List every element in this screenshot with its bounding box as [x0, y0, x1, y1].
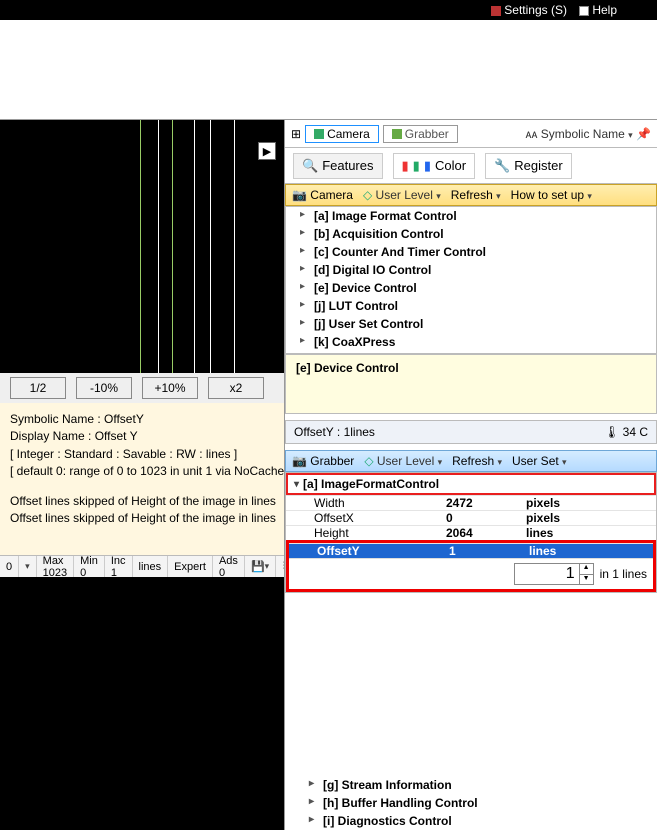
grabber-bottom-tree[interactable]: [g] Stream Information [h] Buffer Handli…	[285, 776, 657, 830]
info-type: [ Integer : Standard : Savable : RW : li…	[10, 446, 274, 463]
settings-icon	[491, 6, 501, 16]
grabber-feature-tree[interactable]: [a] ImageFormatControl Width2472pixels O…	[285, 472, 657, 593]
offset-status-label: OffsetY : 1lines	[294, 425, 375, 439]
offset-status: OffsetY : 1lines 🌡 34 C	[285, 420, 657, 444]
value-editor: 1 ▲▼ in 1 lines	[289, 558, 653, 589]
temperature: 🌡 34 C	[604, 425, 648, 439]
camera-icon	[314, 129, 324, 139]
color-icon: ▮	[402, 158, 409, 174]
info-range: [ default 0: range of 0 to 1023 in unit …	[10, 463, 274, 480]
expand-button[interactable]: ▶	[258, 142, 276, 160]
symbolic-name-dropdown[interactable]: ᴀᴀ Symbolic Name ▾ 📌	[526, 127, 651, 141]
tree-node[interactable]: [h] Buffer Handling Control	[285, 794, 657, 812]
section-title: [e] Device Control	[285, 354, 657, 414]
tree-node[interactable]: [a] Image Format Control	[286, 207, 656, 225]
ribbon	[0, 20, 657, 120]
info-symbolic-name: Symbolic Name : OffsetY	[10, 411, 274, 428]
camera-toolbar-userlevel[interactable]: ◇ User Level ▾	[363, 188, 441, 202]
grabber-tree-header[interactable]: [a] ImageFormatControl	[286, 473, 656, 495]
tab-features[interactable]: 🔍Features	[293, 153, 383, 179]
tree-node[interactable]: [k] CoaXPress	[286, 333, 656, 351]
features-icon: 🔍	[302, 158, 318, 174]
tree-node[interactable]: [j] User Set Control	[286, 315, 656, 333]
status-unit: lines	[133, 556, 169, 578]
window-list-icon[interactable]: ⊞	[291, 127, 301, 141]
tab-color[interactable]: ▮▮▮ Color	[393, 153, 476, 179]
camera-toolbar-refresh[interactable]: Refresh ▾	[451, 188, 501, 202]
spinner-down[interactable]: ▼	[580, 575, 593, 585]
grabber-icon	[392, 129, 402, 139]
tab-register[interactable]: 🔧Register	[485, 153, 572, 179]
table-row[interactable]: Width2472pixels	[286, 495, 656, 510]
tree-node[interactable]: [e] Device Control	[286, 279, 656, 297]
tree-node[interactable]: [b] Acquisition Control	[286, 225, 656, 243]
status-bar: 0 ▾ Max 1023 Min 0 Inc 1 lines Expert Ad…	[0, 555, 284, 577]
status-level: Expert	[168, 556, 213, 578]
tree-node[interactable]: [i] Diagnostics Control	[285, 812, 657, 830]
property-info: Symbolic Name : OffsetY Display Name : O…	[0, 403, 284, 555]
grabber-toolbar-userlevel[interactable]: ◇ User Level ▾	[364, 454, 442, 468]
camera-toolbar-camera[interactable]: 📷 Camera	[292, 188, 353, 202]
tree-node[interactable]: [d] Digital IO Control	[286, 261, 656, 279]
status-dropdown[interactable]: ▾	[19, 556, 37, 578]
grabber-toolbar-userset[interactable]: User Set ▾	[512, 454, 567, 468]
tree-node[interactable]: [g] Stream Information	[285, 776, 657, 794]
zoom-x2-button[interactable]: x2	[208, 377, 264, 399]
zoom-inc-button[interactable]: +10%	[142, 377, 198, 399]
help-icon	[579, 6, 589, 16]
register-icon: 🔧	[494, 158, 510, 174]
preview-bottom	[0, 577, 284, 830]
info-desc2: Offset lines skipped of Height of the im…	[10, 510, 274, 527]
device-tabs: ⊞ Camera Grabber ᴀᴀ Symbolic Name ▾ 📌	[285, 120, 657, 148]
status-inc: Inc 1	[105, 556, 133, 578]
tab-camera[interactable]: Camera	[305, 125, 379, 143]
grabber-toolbar-grabber[interactable]: 📷 Grabber	[292, 454, 354, 468]
tree-node[interactable]: [j] LUT Control	[286, 297, 656, 315]
help-menu[interactable]: Help	[579, 3, 617, 17]
image-preview[interactable]: ▶	[0, 120, 284, 373]
grabber-toolbar: 📷 Grabber ◇ User Level ▾ Refresh ▾ User …	[285, 450, 657, 472]
spinner-value[interactable]: 1	[515, 564, 579, 584]
pin-icon[interactable]: 📌	[636, 127, 651, 141]
view-tabs: 🔍Features ▮▮▮ Color 🔧Register	[285, 148, 657, 184]
info-desc: Offset lines skipped of Height of the im…	[10, 493, 274, 510]
menubar: Settings (S) Help	[0, 0, 657, 20]
camera-toolbar: 📷 Camera ◇ User Level ▾ Refresh ▾ How to…	[285, 184, 657, 206]
zoom-half-button[interactable]: 1/2	[10, 377, 66, 399]
status-value: 0	[0, 556, 19, 578]
tab-grabber[interactable]: Grabber	[383, 125, 458, 143]
status-min: Min 0	[74, 556, 105, 578]
spinner-up[interactable]: ▲	[580, 564, 593, 575]
camera-toolbar-howto[interactable]: How to set up ▾	[511, 188, 592, 202]
table-row[interactable]: Height2064lines	[286, 525, 656, 540]
tree-node[interactable]: [c] Counter And Timer Control	[286, 243, 656, 261]
grabber-toolbar-refresh[interactable]: Refresh ▾	[452, 454, 502, 468]
zoom-toolbar: 1/2 -10% +10% x2	[0, 373, 284, 403]
save-icon[interactable]: 💾▾	[245, 556, 276, 578]
selected-row-highlight: OffsetY1lines 1 ▲▼ in 1 lines	[286, 540, 656, 592]
status-max: Max 1023	[37, 556, 74, 578]
spinner-suffix: in 1 lines	[600, 567, 647, 581]
value-spinner[interactable]: 1 ▲▼	[514, 563, 594, 585]
status-ads: Ads 0	[213, 556, 245, 578]
info-display-name: Display Name : Offset Y	[10, 428, 274, 445]
camera-feature-tree[interactable]: [a] Image Format Control [b] Acquisition…	[285, 206, 657, 354]
table-row[interactable]: OffsetX0pixels	[286, 510, 656, 525]
settings-menu[interactable]: Settings (S)	[491, 3, 567, 17]
table-row-selected[interactable]: OffsetY1lines	[289, 543, 653, 558]
zoom-dec-button[interactable]: -10%	[76, 377, 132, 399]
